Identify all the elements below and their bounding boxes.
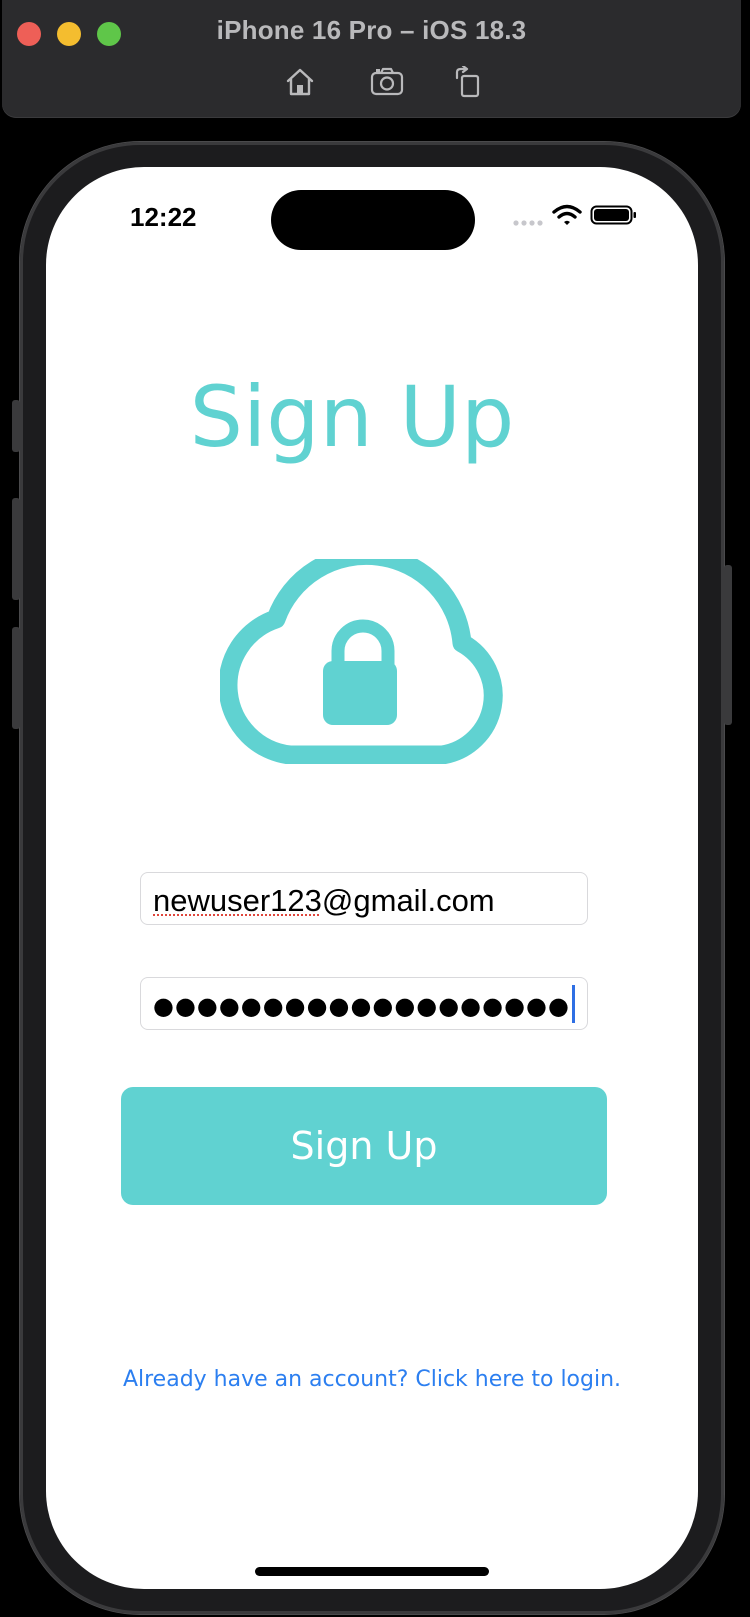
misspelled-text: newuser123 (153, 883, 322, 918)
email-value: newuser123@gmail.com (153, 883, 495, 919)
signup-button[interactable]: Sign Up (121, 1087, 607, 1205)
simulator-title: iPhone 16 Pro – iOS 18.3 (216, 15, 527, 45)
cloud-lock-icon (220, 559, 503, 764)
login-link[interactable]: Already have an account? Click here to l… (46, 1367, 698, 1392)
simulator-titlebar: iPhone 16 Pro – iOS 18.3 (2, 0, 741, 118)
text-caret (571, 985, 575, 1023)
wifi-icon (552, 204, 582, 225)
action-button[interactable] (12, 400, 20, 452)
page-title: Sign Up (189, 368, 515, 466)
email-domain-text: @gmail.com (321, 883, 495, 918)
password-dots: ●●●●●●●●●●●●●●●●●●● (153, 992, 570, 1020)
dynamic-island (271, 190, 475, 250)
screenshot-icon (370, 67, 404, 96)
email-field[interactable]: newuser123@gmail.com (140, 872, 588, 925)
simulator-stage: iPhone 16 Pro – iOS 18.3 12:22 Sign Up n… (0, 0, 750, 1617)
cellular-icon (513, 220, 543, 226)
volume-up-button[interactable] (12, 498, 20, 600)
power-button[interactable] (724, 565, 732, 725)
screenshot-button[interactable] (368, 64, 408, 100)
status-icons (512, 203, 642, 229)
password-value: ●●●●●●●●●●●●●●●●●●● (153, 985, 575, 1026)
password-field[interactable]: ●●●●●●●●●●●●●●●●●●● (140, 977, 588, 1030)
rotate-button[interactable] (448, 64, 488, 100)
home-icon (286, 68, 314, 96)
device-screen: 12:22 Sign Up newuser123@gmail.com ●●●●●… (46, 167, 698, 1589)
battery-icon (590, 205, 636, 225)
volume-down-button[interactable] (12, 627, 20, 729)
home-indicator[interactable] (255, 1567, 489, 1576)
home-button[interactable] (280, 64, 320, 100)
rotate-icon (455, 66, 480, 98)
status-time: 12:22 (130, 202, 197, 232)
